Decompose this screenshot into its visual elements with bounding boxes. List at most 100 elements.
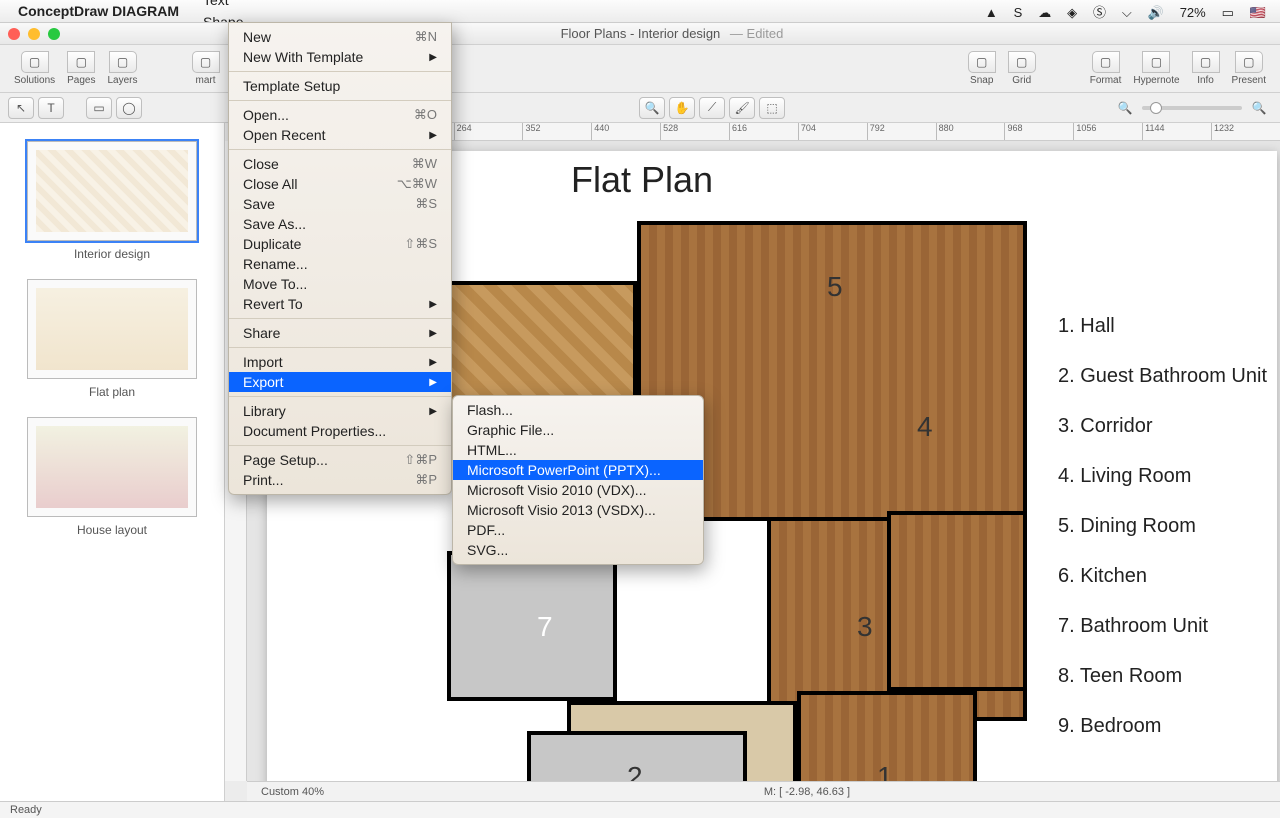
mac-menubar: ConceptDraw DIAGRAM FileEditViewInsertTe… <box>0 0 1280 22</box>
menu-item-save[interactable]: Save⌘S <box>229 194 451 214</box>
export-html-[interactable]: HTML... <box>453 440 703 460</box>
eyedropper-tool[interactable]: ⟋ <box>699 97 725 119</box>
legend-item: 5. Dining Room <box>1058 501 1267 551</box>
brush-tool[interactable]: 🖌 <box>729 97 755 119</box>
status-text: Ready <box>10 804 42 816</box>
menu-item-new[interactable]: New⌘N <box>229 27 451 47</box>
tool-row: ↖ T ▭ ◯ ✎ ↘ ／ ⌒ ∿ ⋯ 🔍 ✋ ⟋ 🖌 ⬚ 🔍 🔍 <box>0 93 1280 123</box>
export-pdf-[interactable]: PDF... <box>453 520 703 540</box>
menu-item-new-with-template[interactable]: New With Template▶ <box>229 47 451 67</box>
ellipse-tool[interactable]: ◯ <box>116 97 142 119</box>
menu-text[interactable]: Text <box>193 0 278 11</box>
tb-layers[interactable]: ▢Layers <box>102 51 144 86</box>
legend-item: 2. Guest Bathroom Unit <box>1058 351 1267 401</box>
room-num-5: 5 <box>827 271 843 303</box>
tb-grid[interactable]: ▢Grid <box>1002 51 1042 86</box>
menu-item-export[interactable]: Export▶ <box>229 372 451 392</box>
menu-item-duplicate[interactable]: Duplicate⇧⌘S <box>229 234 451 254</box>
zoom-icon[interactable] <box>48 28 60 40</box>
pointer-tool[interactable]: ↖ <box>8 97 34 119</box>
export-microsoft-powerpoint-pptx-[interactable]: Microsoft PowerPoint (PPTX)... <box>453 460 703 480</box>
thumb-label: Flat plan <box>0 385 224 399</box>
legend-item: 9. Bedroom <box>1058 701 1267 751</box>
close-icon[interactable] <box>8 28 20 40</box>
tb-snap[interactable]: ▢Snap <box>962 51 1002 86</box>
mouse-coords: M: [ -2.98, 46.63 ] <box>764 786 850 798</box>
room-num-2: 2 <box>627 761 643 781</box>
export-submenu: Flash...Graphic File...HTML...Microsoft … <box>452 395 704 565</box>
battery-pct: 72% <box>1180 5 1206 20</box>
export-microsoft-visio-2010-vdx-[interactable]: Microsoft Visio 2010 (VDX)... <box>453 480 703 500</box>
menu-item-document-properties-[interactable]: Document Properties... <box>229 421 451 441</box>
s-icon[interactable]: S <box>1014 5 1023 20</box>
export-graphic-file-[interactable]: Graphic File... <box>453 420 703 440</box>
menu-item-close[interactable]: Close⌘W <box>229 154 451 174</box>
menu-item-open-[interactable]: Open...⌘O <box>229 105 451 125</box>
text-tool[interactable]: T <box>38 97 64 119</box>
app-name: ConceptDraw DIAGRAM <box>18 3 179 19</box>
skype-icon[interactable]: Ⓢ <box>1093 5 1106 20</box>
thumb-label: Interior design <box>0 247 224 261</box>
menu-item-rename-[interactable]: Rename... <box>229 254 451 274</box>
zoom-slider[interactable] <box>1142 106 1242 110</box>
pan-tool[interactable]: ✋ <box>669 97 695 119</box>
battery-icon[interactable]: ▭ <box>1222 5 1234 20</box>
zoom-out-icon[interactable]: 🔍 <box>1112 97 1138 119</box>
tb-mart[interactable]: ▢mart <box>186 51 226 86</box>
toolbar: ▢Solutions▢Pages▢Layers ▢mart▢Rapid Draw… <box>0 45 1280 93</box>
tb-pages[interactable]: ▢Pages <box>61 51 101 86</box>
export-microsoft-visio-2013-vsdx-[interactable]: Microsoft Visio 2013 (VSDX)... <box>453 500 703 520</box>
menu-item-page-setup-[interactable]: Page Setup...⇧⌘P <box>229 450 451 470</box>
minimize-icon[interactable] <box>28 28 40 40</box>
menu-item-move-to-[interactable]: Move To... <box>229 274 451 294</box>
menu-item-open-recent[interactable]: Open Recent▶ <box>229 125 451 145</box>
export-flash-[interactable]: Flash... <box>453 400 703 420</box>
diamond-icon[interactable]: ◈ <box>1067 5 1077 20</box>
legend: 1. Hall2. Guest Bathroom Unit3. Corridor… <box>1058 301 1267 751</box>
zoom-tool[interactable]: 🔍 <box>639 97 665 119</box>
volume-icon[interactable]: 🔊 <box>1148 5 1164 20</box>
thumb-0[interactable] <box>27 141 197 241</box>
menu-item-import[interactable]: Import▶ <box>229 352 451 372</box>
menu-item-library[interactable]: Library▶ <box>229 401 451 421</box>
room-num-1: 1 <box>877 761 893 781</box>
legend-item: 7. Bathroom Unit <box>1058 601 1267 651</box>
canvas-footer: Custom 40% M: [ -2.98, 46.63 ] <box>247 781 1280 801</box>
tb-present[interactable]: ▢Present <box>1226 51 1272 86</box>
flag-icon[interactable]: 🇺🇸 <box>1250 5 1266 20</box>
pages-panel: Interior design Flat plan House layout <box>0 123 225 801</box>
thumb-label: House layout <box>0 523 224 537</box>
rect-tool[interactable]: ▭ <box>86 97 112 119</box>
thumb-2[interactable] <box>27 417 197 517</box>
file-menu: New⌘NNew With Template▶ Template Setup Ope… <box>228 22 452 495</box>
eraser-tool[interactable]: ⬚ <box>759 97 785 119</box>
menu-item-print-[interactable]: Print...⌘P <box>229 470 451 490</box>
status-bar: Ready <box>0 801 1280 818</box>
titlebar: Floor Plans - Interior design — Edited <box>0 23 1280 45</box>
menu-item-revert-to[interactable]: Revert To▶ <box>229 294 451 314</box>
tb-info[interactable]: ▢Info <box>1186 51 1226 86</box>
doc-title: Floor Plans - Interior design <box>561 26 721 41</box>
tb-solutions[interactable]: ▢Solutions <box>8 51 61 86</box>
export-svg-[interactable]: SVG... <box>453 540 703 560</box>
legend-item: 8. Teen Room <box>1058 651 1267 701</box>
tb-hypernote[interactable]: ▢Hypernote <box>1127 51 1185 86</box>
vlc-icon[interactable]: ▲ <box>985 5 998 20</box>
legend-item: 1. Hall <box>1058 301 1267 351</box>
room-num-4: 4 <box>917 411 933 443</box>
legend-item: 3. Corridor <box>1058 401 1267 451</box>
zoom-level[interactable]: Custom 40% <box>261 786 324 798</box>
cloud-icon[interactable]: ☁ <box>1038 5 1051 20</box>
menu-item-close-all[interactable]: Close All⌥⌘W <box>229 174 451 194</box>
thumb-1[interactable] <box>27 279 197 379</box>
room-num-3: 3 <box>857 611 873 643</box>
menu-item-share[interactable]: Share▶ <box>229 323 451 343</box>
zoom-in-icon[interactable]: 🔍 <box>1246 97 1272 119</box>
tb-format[interactable]: ▢Format <box>1084 51 1128 86</box>
room-num-7: 7 <box>537 611 553 643</box>
wifi-icon[interactable]: ⌵ <box>1122 5 1132 20</box>
legend-item: 6. Kitchen <box>1058 551 1267 601</box>
menubar-status: ▲ S ☁ ◈ Ⓢ ⌵ 🔊 72% ▭ 🇺🇸 <box>979 2 1272 21</box>
menu-item-save-as-[interactable]: Save As... <box>229 214 451 234</box>
menu-item-template-setup[interactable]: Template Setup <box>229 76 451 96</box>
